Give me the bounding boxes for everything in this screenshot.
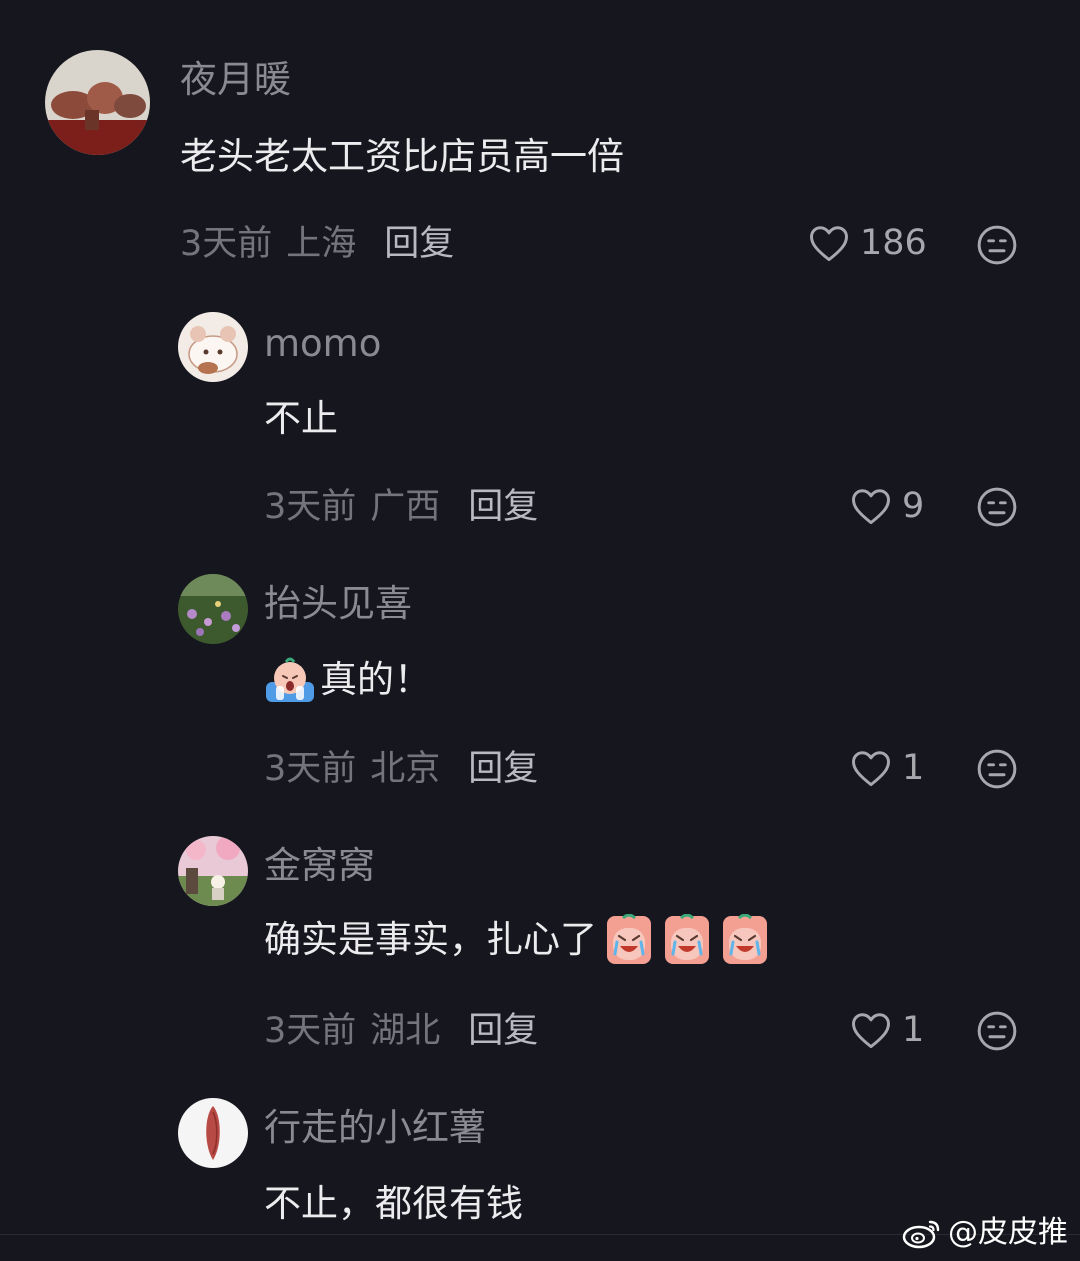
comment-time: 3天前	[264, 1011, 357, 1051]
comment-page: 夜月暖 老头老太工资比店员高一倍 3天前 上海 回复 186 momo 不止 3…	[0, 0, 1080, 1261]
like-count: 9	[902, 486, 925, 526]
comment-text-body: 真的！	[320, 658, 431, 701]
reply-button[interactable]: 回复	[468, 485, 538, 529]
heart-outline-icon	[852, 1013, 890, 1049]
comment-meta: 3天前 北京 回复	[264, 747, 538, 791]
comment-location: 北京	[370, 749, 441, 789]
watermark: @皮皮推	[902, 1213, 1068, 1253]
heart-outline-icon	[852, 489, 890, 525]
dislike-button[interactable]	[976, 224, 1018, 266]
comment-time: 3天前	[264, 487, 357, 527]
meh-face-icon	[977, 749, 1017, 789]
like-button[interactable]: 1	[850, 1008, 924, 1052]
like-count: 186	[860, 223, 927, 263]
comment-time: 3天前	[264, 749, 357, 789]
heart-outline-icon	[852, 751, 890, 787]
comment-text-body: 确实是事实，扎心了	[264, 918, 597, 961]
like-count: 1	[902, 748, 925, 788]
comment-username[interactable]: 抬头见喜	[264, 582, 412, 626]
reply-button[interactable]: 回复	[384, 222, 454, 266]
meh-face-icon	[977, 487, 1017, 527]
crying-peach-emoji	[665, 914, 709, 964]
avatar[interactable]	[178, 836, 248, 906]
comment-location: 广西	[370, 487, 441, 527]
avatar[interactable]	[178, 312, 248, 382]
comment-username[interactable]: 金窝窝	[264, 844, 375, 888]
reply-button[interactable]: 回复	[468, 747, 538, 791]
comment-meta: 3天前 湖北 回复	[264, 1009, 538, 1053]
meh-face-icon	[977, 1011, 1017, 1051]
reply-button[interactable]: 回复	[468, 1009, 538, 1053]
comment-text: 老头老太工资比店员高一倍	[180, 135, 624, 178]
crying-peach-emoji	[607, 914, 651, 964]
like-button[interactable]: 186	[808, 221, 927, 265]
avatar[interactable]	[45, 50, 150, 155]
comment-text: 真的！	[264, 654, 431, 706]
comment-username[interactable]: momo	[264, 322, 381, 366]
meh-face-icon	[977, 225, 1017, 265]
comment-text: 不止	[264, 397, 338, 440]
watermark-text: @皮皮推	[948, 1215, 1068, 1250]
dislike-button[interactable]	[976, 748, 1018, 790]
comment-location: 上海	[286, 224, 357, 264]
comment-text: 确实是事实，扎心了	[264, 914, 771, 966]
heart-outline-icon	[810, 226, 848, 262]
crying-peach-emoji	[723, 914, 767, 964]
comment-meta: 3天前 广西 回复	[264, 485, 538, 529]
comment-text: 不止，都很有钱	[264, 1182, 523, 1225]
avatar[interactable]	[178, 574, 248, 644]
comment-time: 3天前	[180, 224, 273, 264]
comment-username[interactable]: 行走的小红薯	[264, 1106, 486, 1150]
crying-peach-emoji	[266, 657, 314, 702]
comment-meta: 3天前 上海 回复	[180, 222, 454, 266]
like-button[interactable]: 9	[850, 484, 924, 528]
like-count: 1	[902, 1010, 925, 1050]
comment-username[interactable]: 夜月暖	[180, 58, 291, 102]
avatar[interactable]	[178, 1098, 248, 1168]
weibo-logo-icon	[902, 1220, 940, 1249]
like-button[interactable]: 1	[850, 746, 924, 790]
dislike-button[interactable]	[976, 486, 1018, 528]
dislike-button[interactable]	[976, 1010, 1018, 1052]
comment-location: 湖北	[370, 1011, 441, 1051]
